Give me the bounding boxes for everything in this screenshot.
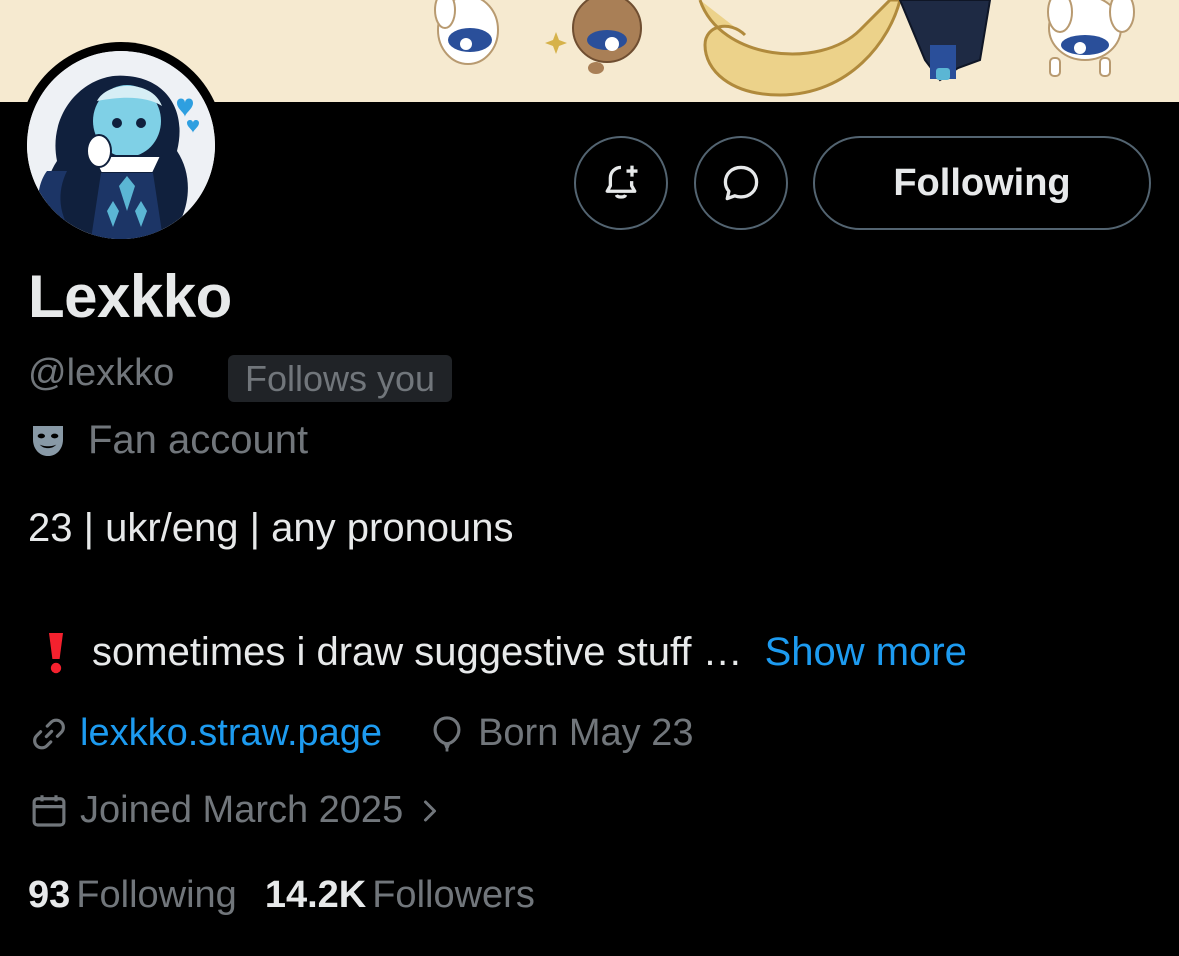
balloon-icon <box>433 715 461 751</box>
bio-warning-text: sometimes i draw suggestive stuff … <box>92 630 743 674</box>
bell-plus-icon <box>605 165 638 199</box>
followers-label: Followers <box>372 874 535 916</box>
follows-you-badge: Follows you <box>228 355 453 402</box>
message-button[interactable] <box>694 136 788 230</box>
following-stat[interactable]: 93 Following <box>28 874 237 916</box>
chevron-right-icon <box>424 800 437 821</box>
follow-stats: 93 Following 14.2K Followers <box>28 874 535 917</box>
profile-category[interactable]: Fan account <box>28 418 308 463</box>
website-link[interactable]: lexkko.straw.page <box>80 712 382 755</box>
following-label: Following <box>76 874 237 916</box>
notify-button[interactable] <box>574 136 668 230</box>
category-label: Fan account <box>88 418 309 462</box>
chat-bubble-icon <box>723 165 759 201</box>
bio-line: 23 | ukr/eng | any pronouns <box>28 506 514 550</box>
followers-stat[interactable]: 14.2K Followers <box>265 874 535 916</box>
birthday-text: Born May 23 <box>478 712 694 754</box>
exclamation-icon <box>49 632 63 673</box>
profile-meta-row: lexkko.straw.page Born May 23 <box>28 712 694 755</box>
link-icon <box>33 718 65 749</box>
bio-warning-line: sometimes i draw suggestive stuff … Show… <box>28 630 967 675</box>
handle: @lexkko <box>28 352 175 394</box>
theater-mask-icon <box>33 425 63 456</box>
followers-count: 14.2K <box>264 874 367 916</box>
following-count: 93 <box>28 874 71 916</box>
following-button[interactable]: Following <box>813 136 1151 230</box>
joined-text: Joined March 2025 <box>80 789 404 831</box>
show-more-link[interactable]: Show more <box>765 630 967 675</box>
calendar-icon <box>32 794 66 827</box>
avatar[interactable] <box>18 42 224 248</box>
joined-row[interactable]: Joined March 2025 <box>28 789 445 832</box>
avatar-image <box>27 51 215 239</box>
display-name: Lexkko <box>28 263 232 330</box>
